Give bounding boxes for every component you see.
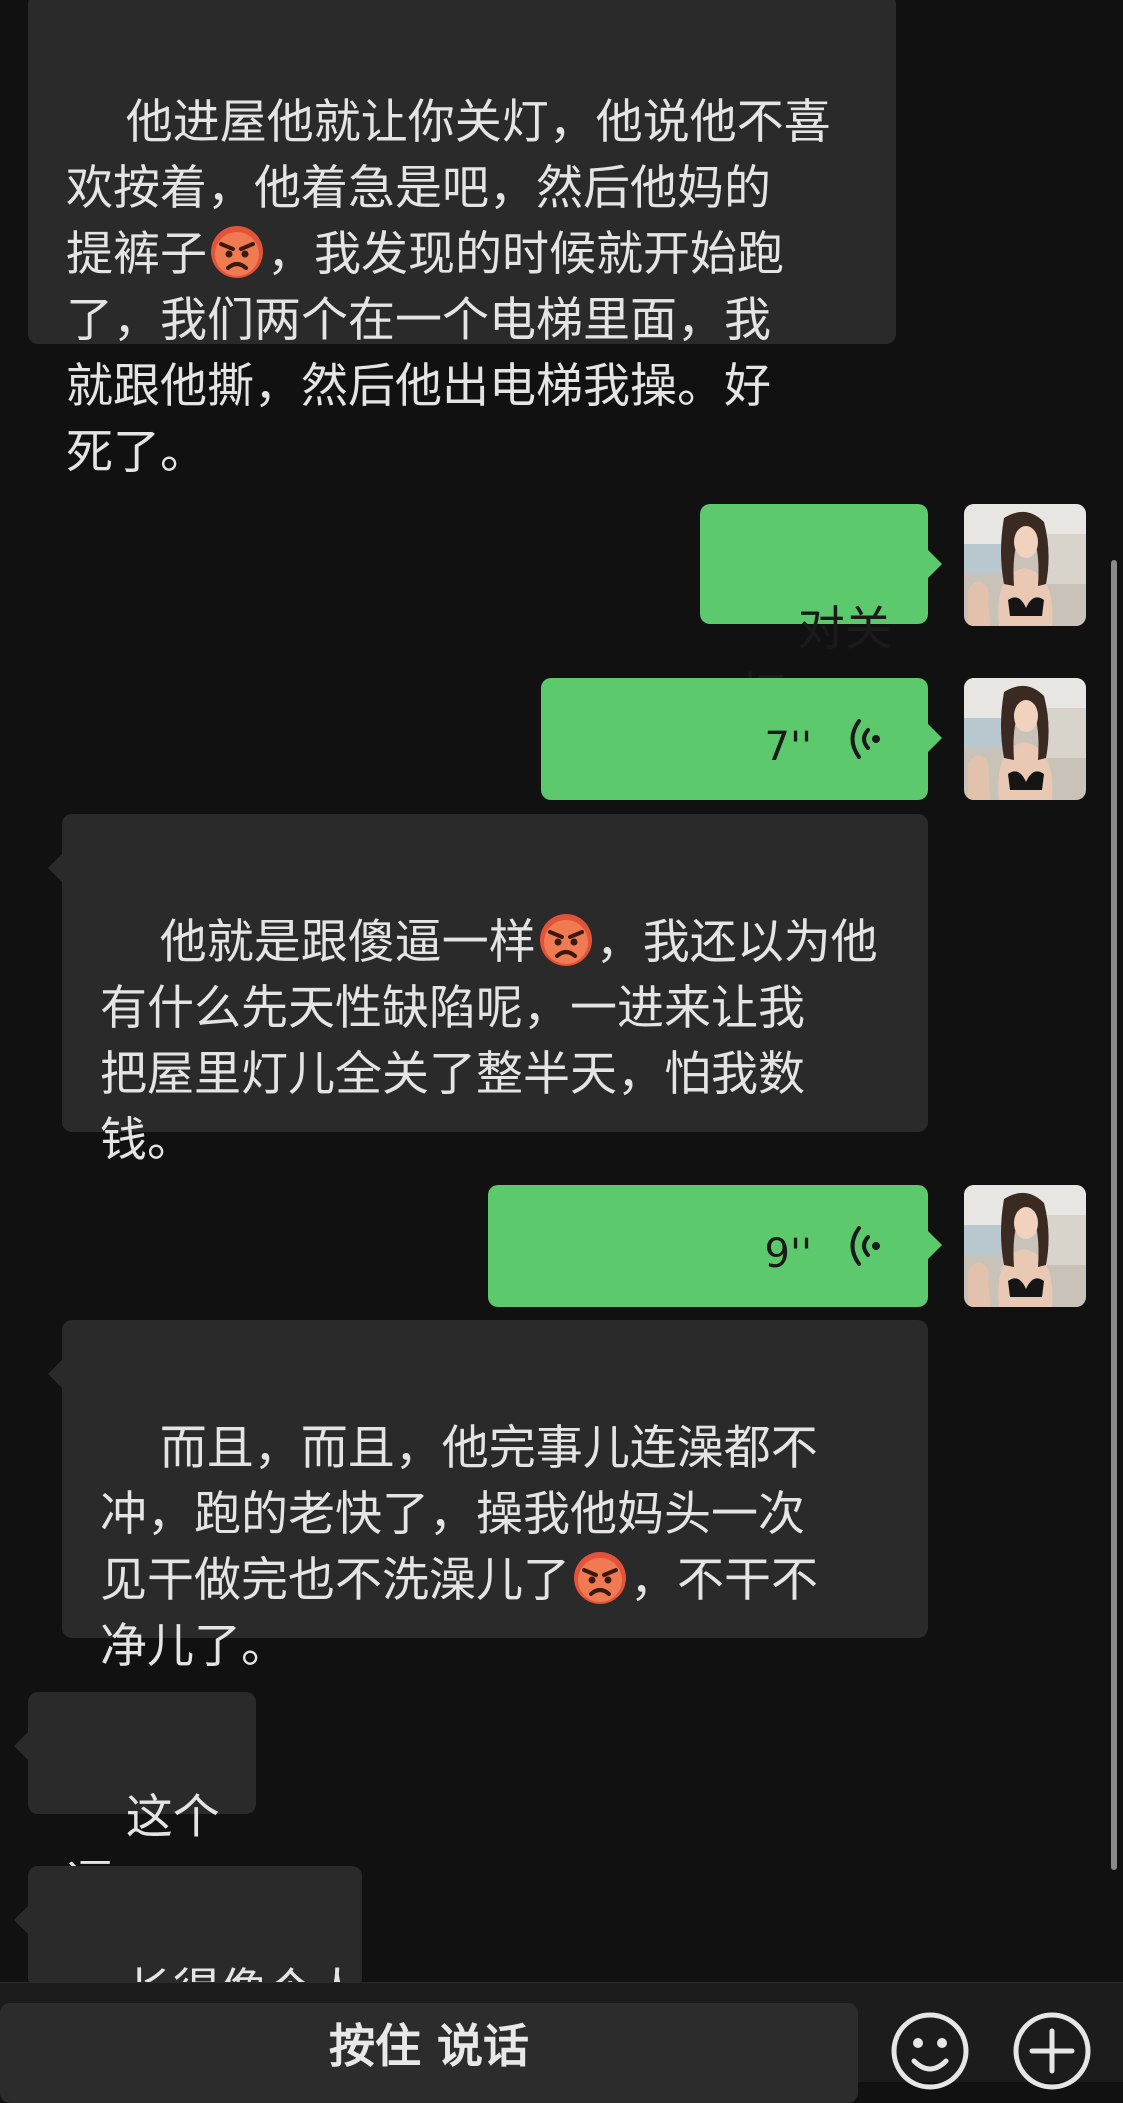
scrollbar[interactable] xyxy=(1111,560,1117,1870)
angry-face-emoji-icon xyxy=(538,912,594,968)
message-bubble-incoming[interactable]: 这个逼 xyxy=(14,1692,256,1911)
voice-waves-icon xyxy=(846,1222,886,1270)
message-bubble-outgoing[interactable]: 对关灯 xyxy=(700,504,942,723)
plus-circle-icon[interactable] xyxy=(1012,2011,1092,2091)
voice-waves-icon xyxy=(846,715,886,763)
message-bubble-incoming[interactable]: 他就是跟傻逼一样 ，我还以为他 有什么先天性缺陷呢，一进来让我 把屋里灯儿全关了整… xyxy=(48,814,928,1168)
voice-duration: 7'' xyxy=(764,724,812,770)
smiley-icon[interactable] xyxy=(890,2011,970,2091)
chat-input-bar: 按住 说话 xyxy=(0,1982,1123,2103)
voice-message-bubble[interactable]: 9'' xyxy=(488,1185,942,1307)
user-avatar[interactable] xyxy=(964,504,1086,626)
voice-message-bubble[interactable]: 7'' xyxy=(541,678,942,800)
message-bubble-incoming[interactable]: 而且，而且，他完事儿连澡都不 冲，跑的老快了，操我他妈头一次 见干做完也不洗澡儿… xyxy=(48,1320,928,1674)
message-bubble-incoming[interactable]: 长得像个人 xyxy=(14,1866,362,2019)
user-avatar[interactable] xyxy=(964,678,1086,800)
voice-duration: 9'' xyxy=(764,1231,812,1277)
angry-face-emoji-icon xyxy=(209,224,265,280)
angry-face-emoji-icon xyxy=(572,1550,628,1606)
hold-to-talk-button[interactable]: 按住 说话 xyxy=(0,2003,858,2103)
user-avatar[interactable] xyxy=(964,1185,1086,1307)
message-bubble-incoming[interactable]: 他进屋他就让你关灯，他说他不喜 欢按着，他着急是吧，然后他妈的 提裤子 ，我发现的… xyxy=(28,0,896,480)
message-text: 他就是跟傻逼一样 xyxy=(159,915,536,970)
chat-message-list[interactable]: 他进屋他就让你关灯，他说他不喜 欢按着，他着急是吧，然后他妈的 提裤子 ，我发现的… xyxy=(0,0,1123,2019)
